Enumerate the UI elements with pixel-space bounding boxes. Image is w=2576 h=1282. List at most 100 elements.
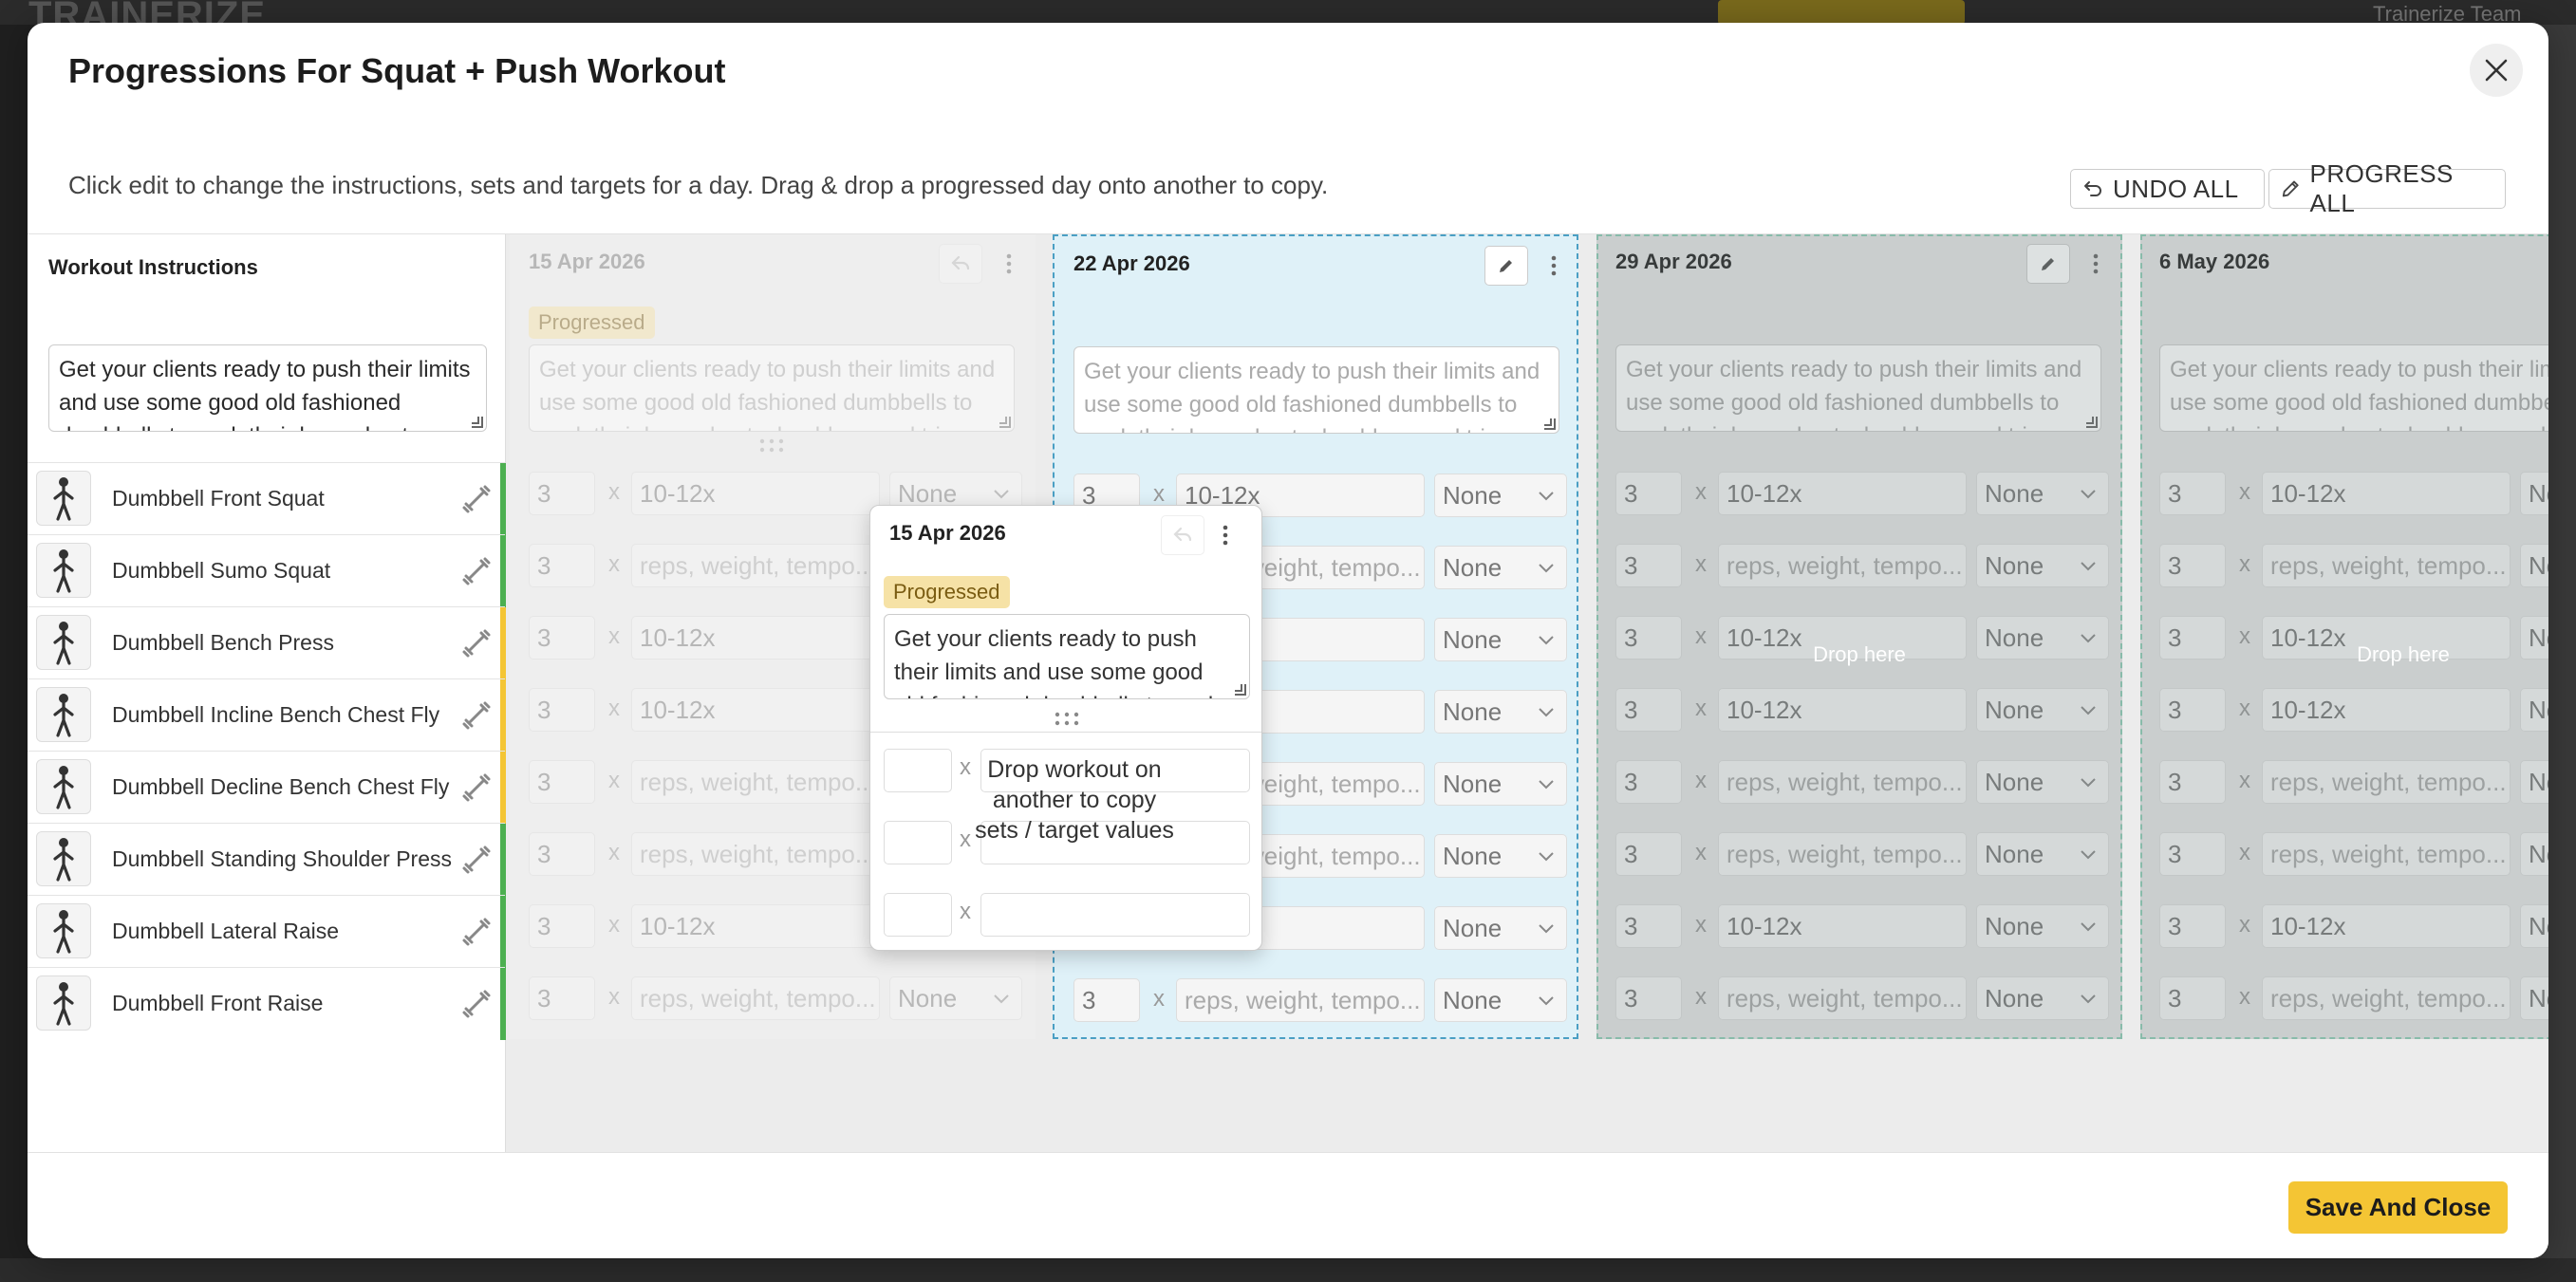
dragged-progressed-badge: Progressed	[884, 576, 1010, 608]
resize-handle[interactable]	[472, 417, 483, 428]
rest-value: None	[1443, 480, 1503, 510]
close-button[interactable]	[2470, 44, 2523, 97]
times-symbol: x	[1153, 986, 1165, 1012]
exercise-row[interactable]: Dumbbell Bench Press	[28, 606, 506, 679]
rest-value: None	[1443, 552, 1503, 582]
person-figure-icon	[53, 477, 74, 521]
dumbbell-icon[interactable]	[461, 484, 492, 514]
workout-instructions-textarea[interactable]: Get your clients ready to push their lim…	[48, 344, 487, 432]
exercise-row[interactable]: Dumbbell Incline Bench Chest Fly	[28, 678, 506, 752]
times-symbol: x	[1153, 481, 1165, 507]
exercise-thumbnail	[36, 687, 91, 742]
chevron-down-icon	[1539, 492, 1554, 501]
day-column-3[interactable]: 6 May 2026 Get your clients ready to push…	[2140, 234, 2548, 1039]
dragged-set-input	[884, 893, 952, 937]
exercise-name: Dumbbell Front Squat	[112, 486, 325, 511]
dragged-day-card[interactable]: 15 Apr 2026 Progressed Get your clients …	[869, 505, 1262, 951]
chevron-down-icon	[1539, 924, 1554, 934]
rest-select[interactable]: None	[1434, 834, 1567, 878]
exercise-thumbnail	[36, 759, 91, 814]
rest-select[interactable]: None	[1434, 618, 1567, 661]
drop-message: Drop workout on another to copy sets / t…	[975, 756, 1174, 844]
target-input[interactable]: reps, weight, tempo...	[1176, 978, 1425, 1022]
close-icon	[2485, 59, 2508, 82]
dragged-more-menu[interactable]	[1216, 515, 1235, 555]
exercise-status-bar	[500, 679, 506, 752]
dumbbell-icon[interactable]	[461, 556, 492, 586]
modal-footer	[28, 1152, 2548, 1258]
dumbbell-icon[interactable]	[461, 989, 492, 1019]
rest-value: None	[1443, 913, 1503, 942]
person-figure-icon	[53, 622, 74, 665]
exercise-status-bar	[500, 607, 506, 679]
times-symbol: x	[960, 899, 971, 924]
rest-value: None	[1443, 985, 1503, 1014]
drop-here-label: Drop here	[2357, 642, 2450, 666]
exercise-row[interactable]: Dumbbell Front Squat	[28, 462, 506, 535]
drop-zone-overlay[interactable]	[2140, 234, 2548, 1039]
undo-icon	[2084, 181, 2101, 196]
exercise-name: Dumbbell Front Raise	[112, 991, 324, 1015]
day-more-menu[interactable]	[1544, 246, 1563, 286]
workout-instructions-label: Workout Instructions	[48, 255, 258, 279]
day-instructions-text: Get your clients ready to push their lim…	[1084, 359, 1540, 433]
exercise-thumbnail	[36, 903, 91, 958]
resize-handle[interactable]	[1544, 418, 1556, 430]
progress-all-button[interactable]: PROGRESS ALL	[2268, 159, 2506, 217]
chevron-down-icon	[1539, 852, 1554, 862]
exercise-thumbnail	[36, 831, 91, 886]
exercise-name: Dumbbell Sumo Squat	[112, 558, 331, 583]
times-symbol: x	[960, 754, 971, 780]
undo-all-label: UNDO ALL	[2113, 174, 2239, 203]
rest-select[interactable]: None	[1434, 474, 1567, 517]
exercise-row[interactable]: Dumbbell Lateral Raise	[28, 895, 506, 968]
rest-select[interactable]: None	[1434, 762, 1567, 806]
rest-value: None	[1443, 841, 1503, 870]
chevron-down-icon	[1539, 780, 1554, 790]
exercise-name: Dumbbell Standing Shoulder Press	[112, 846, 452, 871]
exercise-row[interactable]: Dumbbell Sumo Squat	[28, 534, 506, 607]
exercise-row[interactable]: Dumbbell Standing Shoulder Press	[28, 823, 506, 896]
dragged-undo-button[interactable]	[1161, 515, 1204, 555]
dragged-instructions: Get your clients ready to push their lim…	[884, 614, 1250, 699]
day-column-2[interactable]: 29 Apr 2026 Get your clients ready to pus…	[1596, 234, 2122, 1039]
pencil-icon	[2282, 180, 2299, 197]
exercise-row[interactable]: Dumbbell Decline Bench Chest Fly	[28, 751, 506, 824]
exercise-thumbnail	[36, 975, 91, 1031]
sets-value: 3	[1082, 985, 1096, 1014]
chevron-down-icon	[1539, 564, 1554, 573]
exercise-thumbnail	[36, 543, 91, 598]
background-topbar: TRAINERIZE Trainerize Team	[0, 0, 2576, 36]
dragged-date: 15 Apr 2026	[889, 521, 1006, 545]
day-date: 22 Apr 2026	[1073, 251, 1190, 275]
exercise-status-bar	[500, 535, 506, 607]
target-value: reps, weight, tempo...	[1185, 985, 1421, 1014]
exercise-name: Dumbbell Incline Bench Chest Fly	[112, 702, 440, 727]
rest-value: None	[1443, 769, 1503, 798]
rest-select[interactable]: None	[1434, 546, 1567, 589]
exercise-row[interactable]: Dumbbell Front Raise	[28, 967, 506, 1040]
dumbbell-icon[interactable]	[461, 628, 492, 659]
dumbbell-icon[interactable]	[461, 772, 492, 803]
drop-zone-overlay[interactable]	[1596, 234, 2122, 1039]
rest-select[interactable]: None	[1434, 690, 1567, 734]
person-figure-icon	[53, 549, 74, 593]
exercise-name: Dumbbell Bench Press	[112, 630, 334, 655]
person-figure-icon	[53, 694, 74, 737]
save-and-close-button[interactable]: Save And Close	[2288, 1181, 2508, 1234]
undo-all-button[interactable]: UNDO ALL	[2070, 169, 2265, 209]
rest-value: None	[1443, 697, 1503, 726]
rest-select[interactable]: None	[1434, 978, 1567, 1022]
edit-day-button[interactable]	[1484, 246, 1528, 286]
day-instructions[interactable]: Get your clients ready to push their lim…	[1073, 346, 1559, 434]
dragged-target-input	[980, 893, 1250, 937]
dumbbell-icon[interactable]	[461, 700, 492, 731]
sets-input[interactable]: 3	[1073, 978, 1140, 1022]
dumbbell-icon[interactable]	[461, 845, 492, 875]
rest-select[interactable]: None	[1434, 906, 1567, 950]
exercise-name: Dumbbell Decline Bench Chest Fly	[112, 774, 450, 799]
dumbbell-icon[interactable]	[461, 917, 492, 947]
dragged-set-input	[884, 821, 952, 864]
exercise-status-bar	[500, 824, 506, 896]
resize-handle	[1235, 684, 1246, 696]
